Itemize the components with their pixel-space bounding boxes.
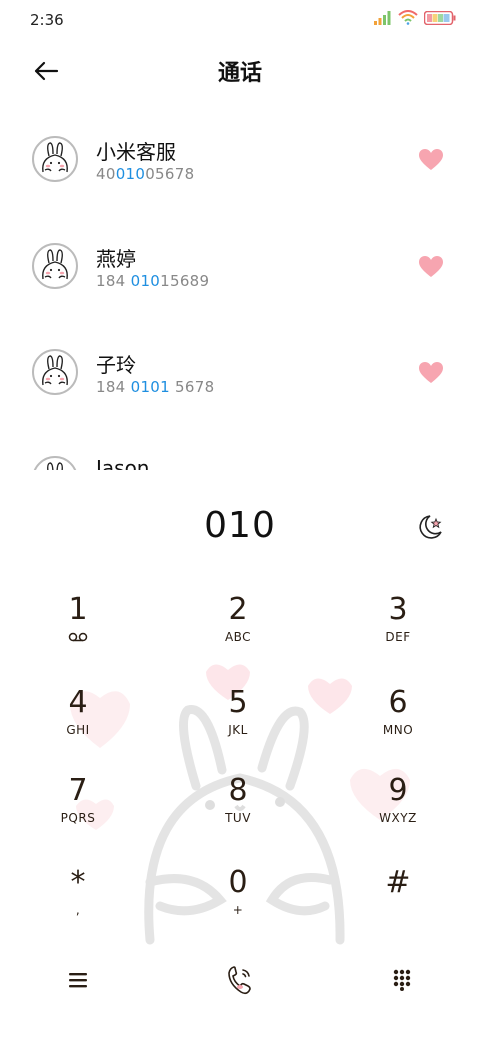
voicemail-icon [68,632,88,642]
avatar [32,243,78,289]
contact-row[interactable]: 燕婷 184 01015689 [0,217,480,313]
contact-number: 4001005678 [96,165,195,183]
heart-icon[interactable] [418,255,444,279]
phone-call-icon [228,966,251,995]
key-star[interactable]: * , [18,866,138,936]
contact-row[interactable]: 子玲 184 0101 5678 [0,323,480,419]
key-2[interactable]: 2 ABC [178,593,298,663]
battery-icon [424,10,456,25]
page-title: 通话 [217,61,262,86]
dialpad-toggle-button[interactable] [380,958,424,1002]
dial-input-display[interactable]: 010 [0,505,480,546]
signal-icon [374,10,391,25]
contact-name: 燕婷 [96,247,136,271]
key-8[interactable]: 8 TUV [178,774,298,844]
bottom-action-bar [0,950,480,1010]
app-header: 通话 [0,45,480,95]
bunny-avatar-icon [42,142,68,173]
avatar [32,136,78,182]
contact-row[interactable]: 小米客服 4001005678 [0,110,480,206]
key-4[interactable]: 4 GHI [18,686,138,756]
status-icons [374,10,456,25]
contact-number: 184 01015689 [96,272,210,290]
avatar [32,456,78,470]
moon-star-icon[interactable] [414,512,444,542]
key-hash[interactable]: # [338,866,458,936]
call-button[interactable] [218,958,262,1002]
heart-icon[interactable] [418,361,444,385]
contact-name: 小米客服 [96,140,176,164]
menu-button[interactable] [56,958,100,1002]
dialpad-icon [393,969,411,991]
bunny-avatar-icon [42,355,68,386]
bunny-avatar-icon [47,462,63,470]
key-9[interactable]: 9 WXYZ [338,774,458,844]
contact-row[interactable]: Jason [0,430,480,470]
avatar [32,349,78,395]
status-time: 2:36 [30,11,64,29]
contact-name: 子玲 [96,353,136,377]
status-bar: 2:36 [0,0,480,40]
wifi-icon [398,10,418,25]
key-5[interactable]: 5 JKL [178,686,298,756]
key-0[interactable]: 0 + [178,866,298,936]
contact-name: Jason [96,456,150,470]
key-7[interactable]: 7 PQRS [18,774,138,844]
key-1[interactable]: 1 [18,593,138,663]
bunny-avatar-icon [42,249,68,280]
contact-number: 184 0101 5678 [96,378,215,396]
heart-icon[interactable] [418,148,444,172]
contact-list: 小米客服 4001005678 燕婷 184 01015689 子玲 184 0… [0,110,480,470]
key-3[interactable]: 3 DEF [338,593,458,663]
key-6[interactable]: 6 MNO [338,686,458,756]
menu-icon [69,973,87,988]
